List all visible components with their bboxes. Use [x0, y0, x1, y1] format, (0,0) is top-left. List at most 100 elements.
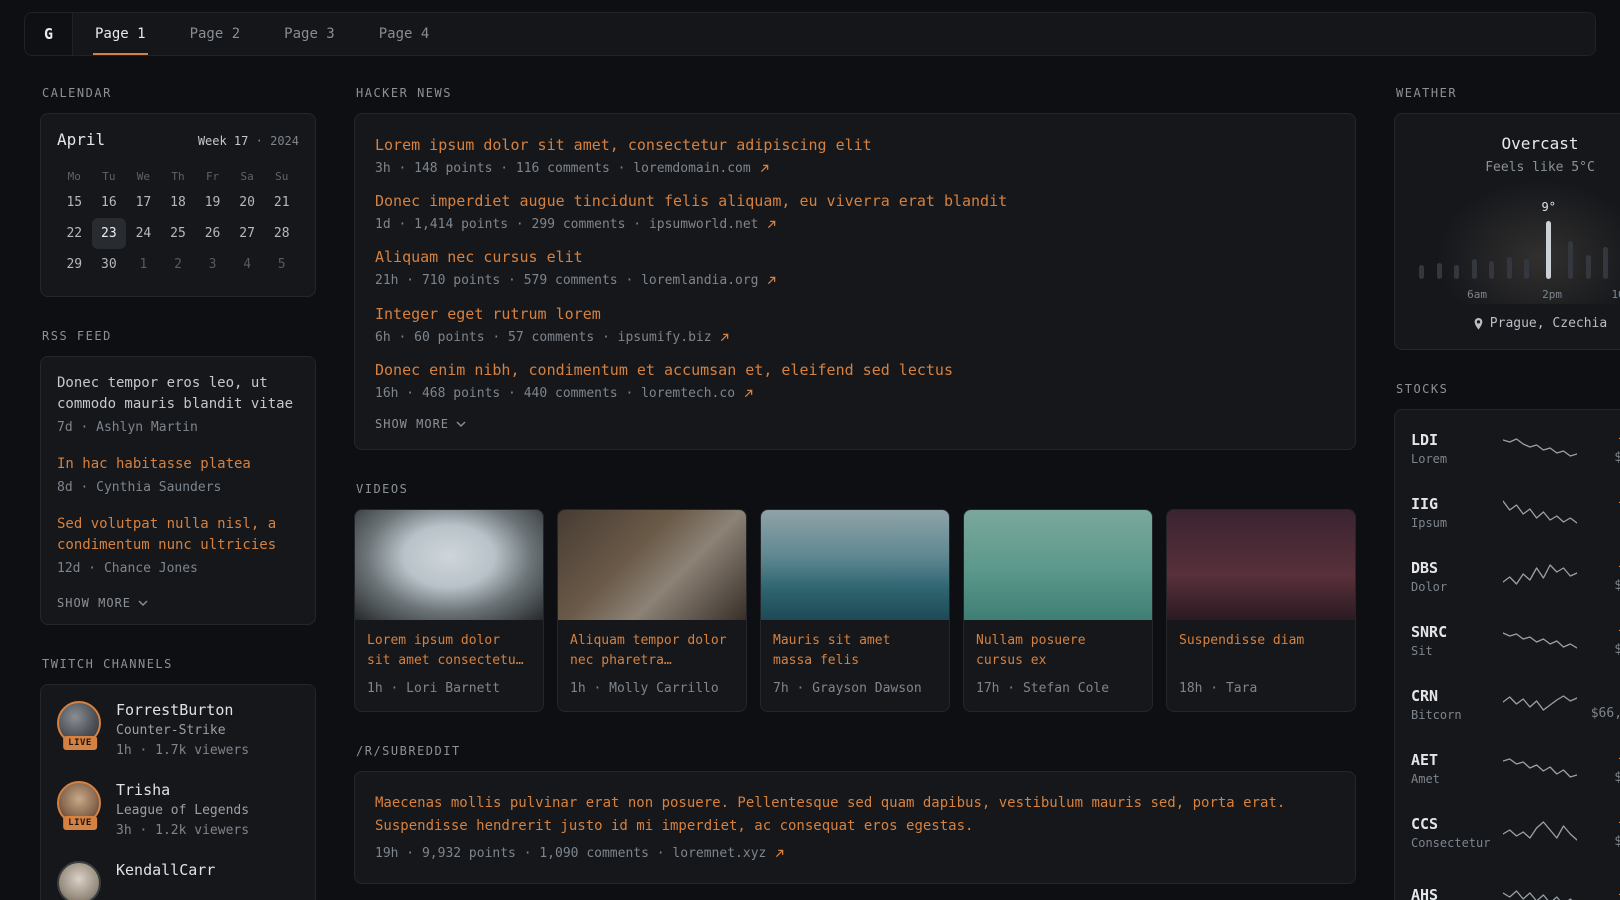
video-title-link[interactable]: Nullam posuere cursus ex	[976, 631, 1140, 671]
calendar-day-cell[interactable]: 24	[126, 218, 161, 249]
live-badge: LIVE	[63, 736, 97, 750]
stock-spark-wrap	[1503, 561, 1577, 591]
video-thumbnail[interactable]	[761, 510, 949, 620]
calendar-day-header: Mo	[57, 165, 92, 187]
rss-item: In hac habitasse platea8d · Cynthia Saun…	[57, 454, 299, 497]
calendar-month: April	[57, 130, 105, 149]
calendar-day-cell[interactable]: 28	[264, 218, 299, 249]
hn-title-link[interactable]: Donec imperdiet augue tincidunt felis al…	[375, 192, 1335, 210]
rd-title-link[interactable]: Maecenas mollis pulvinar erat non posuer…	[375, 792, 1335, 837]
stock-sparkline	[1503, 433, 1577, 463]
calendar-day-cell[interactable]: 5	[264, 249, 299, 280]
hn-show-more-button[interactable]: SHOW MORE	[375, 417, 1335, 431]
calendar-day-cell[interactable]: 1	[126, 249, 161, 280]
hn-domain-link[interactable]: loremdomain.com	[633, 161, 768, 176]
tab-page-2[interactable]: Page 2	[168, 13, 263, 55]
calendar-today-cell[interactable]: 23	[92, 218, 127, 249]
calendar-day-cell[interactable]: 22	[57, 218, 92, 249]
twitch-channel-name[interactable]: KendallCarr	[116, 861, 215, 879]
hn-domain-link[interactable]: ipsumify.biz	[618, 330, 730, 345]
weather-bar	[1507, 257, 1512, 279]
stock-row[interactable]: AETAmet+0.92%$499.72	[1411, 736, 1620, 800]
hn-list: Lorem ipsum dolor sit amet, consectetur …	[375, 136, 1335, 403]
tab-label: Page 2	[190, 26, 241, 42]
avatar: LIVE	[57, 701, 103, 745]
video-title-link[interactable]: Aliquam tempor dolor nec pharetra…	[570, 631, 734, 671]
stocks-widget: STOCKS LDILorem+4.35%$795.18IIGIpsum+2.8…	[1394, 382, 1620, 900]
calendar-day-cell[interactable]: 4	[230, 249, 265, 280]
hn-meta: 6h · 60 points · 57 comments · ipsumify.…	[375, 329, 1335, 347]
weather-bar	[1437, 263, 1442, 279]
calendar-day-cell[interactable]: 16	[92, 187, 127, 218]
tab-page-3[interactable]: Page 3	[262, 13, 357, 55]
stock-row[interactable]: SNRCSit+1.36%$148.64	[1411, 608, 1620, 672]
rd-domain-link[interactable]: loremnet.xyz	[672, 846, 784, 861]
tab-page-1[interactable]: Page 1	[73, 13, 168, 55]
calendar-day-cell[interactable]: 15	[57, 187, 92, 218]
twitch-channel-name[interactable]: Trisha	[116, 781, 249, 799]
video-thumbnail[interactable]	[558, 510, 746, 620]
tab-page-4[interactable]: Page 4	[357, 13, 452, 55]
stock-symbol: CRN	[1411, 687, 1495, 705]
calendar-grid: 1516171819202122232425262728293012345	[57, 187, 299, 280]
hn-title-link[interactable]: Donec enim nibh, condimentum et accumsan…	[375, 361, 1335, 379]
video-thumbnail[interactable]	[1167, 510, 1355, 620]
stock-id: CCSConsectetur	[1411, 815, 1495, 850]
hn-title-link[interactable]: Aliquam nec cursus elit	[375, 248, 1335, 266]
hn-title-link[interactable]: Integer eget rutrum lorem	[375, 305, 1335, 323]
rss-headline-link[interactable]: In hac habitasse platea	[57, 454, 299, 475]
calendar-day-cell[interactable]: 17	[126, 187, 161, 218]
video-info: Aliquam tempor dolor nec pharetra…1h · M…	[558, 620, 746, 711]
app-logo[interactable]: G	[25, 13, 73, 55]
stock-row[interactable]: CRNBitcorn-1.00%$66,171.48	[1411, 672, 1620, 736]
stock-sparkline	[1503, 817, 1577, 847]
stock-spark-wrap	[1503, 689, 1577, 719]
calendar-day-cell[interactable]: 30	[92, 249, 127, 280]
hacker-news-widget-title: HACKER NEWS	[356, 86, 1356, 100]
rss-show-more-button[interactable]: SHOW MORE	[57, 596, 299, 610]
calendar-day-cell[interactable]: 18	[161, 187, 196, 218]
stock-row[interactable]: IIGIpsum+2.84%$42.04	[1411, 480, 1620, 544]
hn-domain-link[interactable]: ipsumworld.net	[649, 217, 776, 232]
twitch-channel-row[interactable]: KendallCarr	[57, 861, 299, 900]
calendar-day-cell[interactable]: 29	[57, 249, 92, 280]
calendar-day-cell[interactable]: 2	[161, 249, 196, 280]
stock-row[interactable]: CCSConsectetur+0.51%$165.84	[1411, 800, 1620, 864]
stock-price: $148.64	[1585, 642, 1620, 657]
rss-headline-link[interactable]: Sed volutpat nulla nisl, a condimentum n…	[57, 514, 299, 556]
hn-domain-link[interactable]: loremtech.co	[641, 386, 753, 401]
hn-title-link[interactable]: Lorem ipsum dolor sit amet, consectetur …	[375, 136, 1335, 154]
twitch-channel-row[interactable]: LIVEForrestBurtonCounter-Strike1h · 1.7k…	[57, 701, 299, 760]
video-info: Mauris sit amet massa felis7h · Grayson …	[761, 620, 949, 711]
calendar-day-cell[interactable]: 3	[195, 249, 230, 280]
twitch-channel-name[interactable]: ForrestBurton	[116, 701, 249, 719]
calendar-day-cell[interactable]: 20	[230, 187, 265, 218]
video-card[interactable]: Aliquam tempor dolor nec pharetra…1h · M…	[557, 509, 747, 712]
stock-row[interactable]: DBSDolor+1.42%$156.28	[1411, 544, 1620, 608]
rss-meta: 7d · Ashlyn Martin	[57, 419, 299, 437]
video-card[interactable]: Suspendisse diam18h · Tara	[1166, 509, 1356, 712]
stock-row[interactable]: LDILorem+4.35%$795.18	[1411, 416, 1620, 480]
calendar-day-cell[interactable]: 27	[230, 218, 265, 249]
calendar-day-cell[interactable]: 21	[264, 187, 299, 218]
video-title-link[interactable]: Suspendisse diam	[1179, 631, 1343, 671]
hn-domain-link[interactable]: loremlandia.org	[641, 273, 776, 288]
twitch-list: LIVEForrestBurtonCounter-Strike1h · 1.7k…	[57, 701, 299, 900]
video-card[interactable]: Lorem ipsum dolor sit amet consectetu…1h…	[354, 509, 544, 712]
video-title-link[interactable]: Mauris sit amet massa felis	[773, 631, 937, 671]
rss-headline-link[interactable]: Donec tempor eros leo, ut commodo mauris…	[57, 373, 299, 415]
video-card[interactable]: Nullam posuere cursus ex17h · Stefan Col…	[963, 509, 1153, 712]
calendar-day-cell[interactable]: 25	[161, 218, 196, 249]
stock-sparkline	[1503, 753, 1577, 783]
stock-row[interactable]: AHS+0.46%	[1411, 864, 1620, 900]
video-thumbnail[interactable]	[355, 510, 543, 620]
video-thumbnail[interactable]	[964, 510, 1152, 620]
twitch-channel-row[interactable]: LIVETrishaLeague of Legends3h · 1.2k vie…	[57, 781, 299, 840]
stock-price: $66,171.48	[1585, 706, 1620, 721]
calendar-day-cell[interactable]: 19	[195, 187, 230, 218]
calendar-day-cell[interactable]: 26	[195, 218, 230, 249]
video-card[interactable]: Mauris sit amet massa felis7h · Grayson …	[760, 509, 950, 712]
hn-item: Integer eget rutrum lorem 6h · 60 points …	[375, 305, 1335, 347]
stock-spark-wrap	[1503, 881, 1577, 900]
video-title-link[interactable]: Lorem ipsum dolor sit amet consectetu…	[367, 631, 531, 671]
